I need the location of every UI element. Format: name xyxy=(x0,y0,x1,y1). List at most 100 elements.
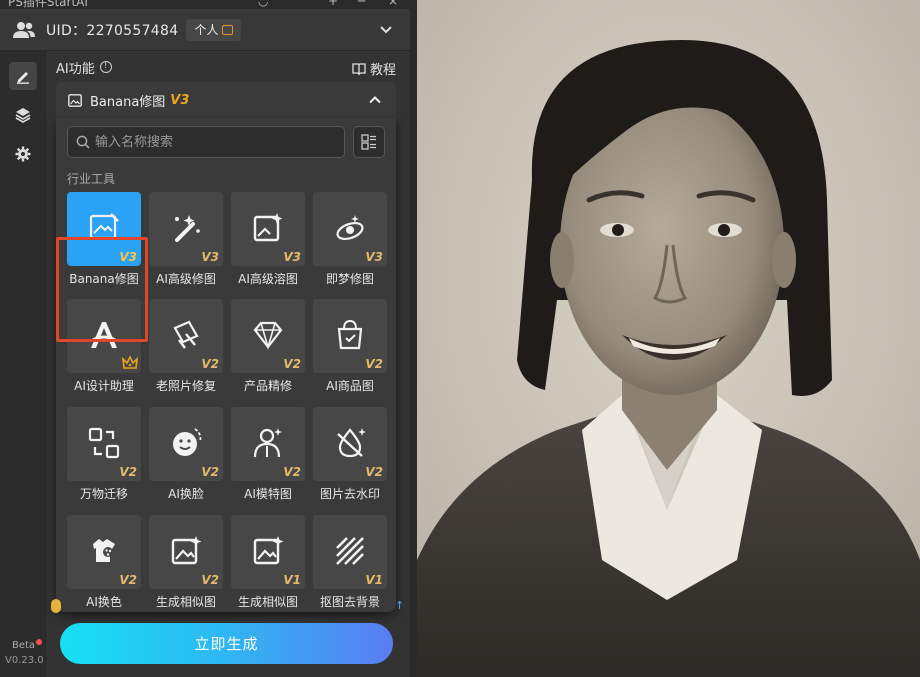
account-type-badge[interactable]: 个人 xyxy=(186,18,242,41)
portrait-image xyxy=(417,0,920,677)
version-badge: V2 xyxy=(365,465,383,479)
tutorial-link[interactable]: 教程 xyxy=(352,59,396,78)
magic-wand-icon xyxy=(175,215,200,242)
chevron-up-icon[interactable] xyxy=(368,93,382,107)
plugin-panel: PS插件StartAI ◡ + ─ × UID：2270557484 个人 Be… xyxy=(0,0,410,677)
tool-tile[interactable]: V3 xyxy=(313,192,387,266)
shop-icon xyxy=(222,24,234,35)
window-control[interactable]: ◡ xyxy=(258,0,268,8)
version-badge: V1 xyxy=(283,573,301,587)
tool-label: 生成相似图 xyxy=(155,595,216,609)
version-badge: V2 xyxy=(119,573,137,587)
gear-icon xyxy=(15,146,31,162)
version-badge: V2 xyxy=(201,573,219,587)
info-icon[interactable]: ! xyxy=(99,61,112,73)
tool-tile[interactable]: V1 xyxy=(231,515,305,589)
title-bar: PS插件StartAI ◡ + ─ × xyxy=(0,0,410,9)
selected-tool-version: V3 xyxy=(170,92,190,108)
close-icon[interactable]: × xyxy=(388,0,398,8)
beta-label: Beta xyxy=(12,639,43,651)
list-view-button[interactable] xyxy=(353,126,385,158)
tutorial-label: 教程 xyxy=(369,63,396,78)
tool-label: 产品精修 xyxy=(243,379,292,393)
generate-button[interactable]: 立即生成 xyxy=(60,623,393,664)
tool-tile[interactable]: V3 xyxy=(67,192,141,266)
list-view-icon xyxy=(361,134,376,150)
panel-divider[interactable] xyxy=(410,0,417,677)
ai-design-icon xyxy=(91,322,117,348)
tool-label: AI高级修图 xyxy=(156,272,216,286)
tool-tile[interactable]: V2 xyxy=(231,407,305,481)
similar-image-icon xyxy=(171,536,202,565)
sidebar-layers-button[interactable] xyxy=(9,101,37,129)
tool-tile[interactable]: V2 xyxy=(67,407,141,481)
main-area: AI功能 ! 教程 Banana修图 V3 输入名称搜索 行业工具 V3 Ban… xyxy=(46,51,410,677)
selected-tool-name: Banana修图 xyxy=(90,94,166,110)
tool-label: AI换脸 xyxy=(168,487,204,501)
pencil-icon xyxy=(17,72,29,84)
tool-tile[interactable]: V2 xyxy=(149,407,223,481)
canvas-photo xyxy=(417,0,920,677)
search-box xyxy=(67,126,345,158)
tool-tile[interactable]: V2 xyxy=(313,299,387,373)
uid-text: UID：2270557484 xyxy=(46,22,179,39)
version-badge: V3 xyxy=(365,250,383,264)
shopping-bag-icon xyxy=(337,319,363,350)
tool-label: AI模特图 xyxy=(244,487,292,501)
tool-tile[interactable]: V2 xyxy=(67,515,141,589)
tool-selector[interactable]: Banana修图 V3 xyxy=(56,82,396,118)
sidebar-edit-button[interactable] xyxy=(9,62,37,90)
chevron-down-icon[interactable] xyxy=(378,21,394,37)
tool-tile[interactable]: V2 xyxy=(149,299,223,373)
beta-text: Beta xyxy=(12,640,36,651)
tool-tile[interactable] xyxy=(67,299,141,373)
image-sparkle-icon xyxy=(253,213,283,242)
pin-icon[interactable]: + xyxy=(328,0,338,8)
tool-label: 图片去水印 xyxy=(319,487,380,501)
sidebar-settings-button[interactable] xyxy=(9,140,37,168)
face-swap-icon xyxy=(173,428,202,456)
account-bar: UID：2270557484 个人 xyxy=(0,9,410,51)
app-title: PS插件StartAI xyxy=(8,0,88,9)
tool-label: 老照片修复 xyxy=(155,379,216,393)
minimize-icon[interactable]: ─ xyxy=(358,0,365,8)
tool-tile[interactable]: V3 xyxy=(149,192,223,266)
watermark-remove-icon xyxy=(337,428,366,458)
version-badge: V2 xyxy=(201,465,219,479)
dream-brush-icon xyxy=(336,215,364,241)
search-icon xyxy=(76,135,90,149)
version-badge: V3 xyxy=(201,250,219,264)
section-title: AI功能 xyxy=(56,61,95,77)
version-badge: V2 xyxy=(365,357,383,371)
photo-restore-icon xyxy=(173,320,199,349)
tool-label: Banana修图 xyxy=(69,272,139,286)
crown-icon xyxy=(122,355,138,369)
version-badge: V3 xyxy=(283,250,301,264)
search-input[interactable] xyxy=(95,127,335,157)
tool-label: AI高级溶图 xyxy=(238,272,298,286)
tool-tile[interactable]: V2 xyxy=(313,407,387,481)
version-badge: V3 xyxy=(119,250,137,264)
tool-label: 生成相似图 xyxy=(237,595,298,609)
version-badge: V2 xyxy=(119,465,137,479)
category-label: 行业工具 xyxy=(67,172,116,186)
version-badge: V2 xyxy=(201,357,219,371)
tool-tile[interactable]: V2 xyxy=(231,299,305,373)
image-edit-icon xyxy=(89,213,119,240)
tool-tile[interactable]: V1 xyxy=(313,515,387,589)
tool-tile[interactable]: V2 xyxy=(149,515,223,589)
section-header: AI功能 ! 教程 xyxy=(56,57,400,78)
diamond-icon xyxy=(253,321,283,350)
tool-tile[interactable]: V3 xyxy=(231,192,305,266)
users-icon xyxy=(13,21,35,38)
tool-label: 即梦修图 xyxy=(325,272,374,286)
color-palette-icon xyxy=(93,539,115,562)
version-badge: V2 xyxy=(283,465,301,479)
transfer-icon xyxy=(88,427,120,459)
version-badge: V1 xyxy=(365,573,383,587)
tool-picker-popup: 行业工具 V3 Banana修图 V3 AI高级修图 V3 AI高级溶图 V3 即梦修图 AI设… xyxy=(56,118,396,612)
notification-dot xyxy=(36,639,43,645)
image-icon xyxy=(68,93,82,107)
upload-arrow-icon: ↑ xyxy=(395,599,405,612)
left-sidebar: Beta V0.23.0 xyxy=(0,51,46,677)
